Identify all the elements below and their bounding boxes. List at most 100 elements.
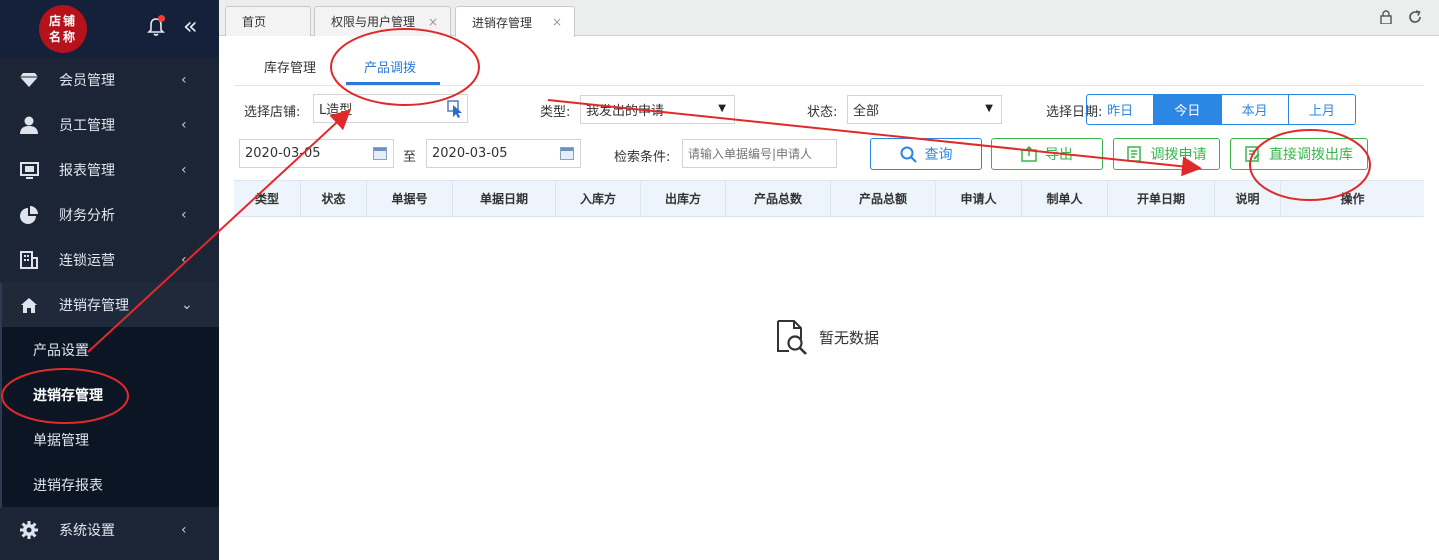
building-icon xyxy=(19,250,39,270)
export-icon xyxy=(1021,146,1037,162)
tab-home[interactable]: 首页 xyxy=(225,6,311,36)
status-value: 全部 xyxy=(853,104,880,119)
tab-inventory[interactable]: 进销存管理 × xyxy=(455,6,575,37)
search-icon xyxy=(900,146,917,163)
user-icon xyxy=(19,115,39,135)
tab-label: 权限与用户管理 xyxy=(331,15,416,29)
query-label: 查询 xyxy=(924,147,953,163)
tab-label: 进销存管理 xyxy=(472,15,533,30)
sidebar-item-staff[interactable]: 员工管理 ‹ xyxy=(0,102,219,147)
sidebar-subitem-label: 产品设置 xyxy=(33,342,89,359)
notification-dot xyxy=(158,15,165,22)
calendar-icon[interactable] xyxy=(373,147,387,160)
calendar-icon[interactable] xyxy=(560,147,574,160)
chevron-down-icon: ⌄ xyxy=(181,296,193,313)
column-header[interactable]: 出库方 xyxy=(641,181,726,216)
date-option-yesterday[interactable]: 昨日 xyxy=(1087,95,1155,124)
column-header[interactable]: 开单日期 xyxy=(1108,181,1215,216)
subtab-stock[interactable]: 库存管理 xyxy=(264,57,316,76)
sidebar-item-label: 会员管理 xyxy=(59,72,115,89)
no-data-search-icon xyxy=(777,320,807,355)
query-button[interactable]: 查询 xyxy=(870,138,982,170)
diamond-icon xyxy=(19,70,39,90)
date-option-last-month[interactable]: 上月 xyxy=(1289,95,1355,124)
logo-line1: 店铺 xyxy=(48,14,77,28)
caret-down-icon: ▼ xyxy=(985,103,993,114)
pie-chart-icon xyxy=(19,205,39,225)
sidebar-item-label: 连锁运营 xyxy=(59,252,115,269)
date-to-input[interactable]: 2020-03-05 xyxy=(426,139,581,168)
close-icon[interactable]: × xyxy=(552,15,562,29)
refresh-icon[interactable] xyxy=(1407,9,1423,25)
caret-down-icon: ▼ xyxy=(718,103,726,114)
sidebar-item-system[interactable]: 系统设置 ‹ xyxy=(0,507,219,552)
sidebar-subitem-inventory-report[interactable]: 进销存报表 xyxy=(0,462,219,507)
column-header[interactable]: 单据号 xyxy=(367,181,453,216)
tab-permissions[interactable]: 权限与用户管理 × xyxy=(314,6,451,36)
column-header[interactable]: 类型 xyxy=(234,181,301,216)
date-separator: 至 xyxy=(403,150,417,165)
column-header[interactable]: 单据日期 xyxy=(453,181,556,216)
date-range-selector: 昨日 今日 本月 上月 xyxy=(1086,94,1356,125)
status-select[interactable]: 全部 ▼ xyxy=(847,95,1002,124)
collapse-sidebar-icon[interactable]: « xyxy=(183,14,198,38)
column-header[interactable]: 申请人 xyxy=(936,181,1022,216)
lock-icon[interactable] xyxy=(1379,10,1393,24)
search-field[interactable] xyxy=(682,139,837,168)
sidebar-subitem-label: 单据管理 xyxy=(33,432,89,449)
direct-transfer-out-label: 直接调拨出库 xyxy=(1269,147,1353,163)
store-label: 选择店铺: xyxy=(244,105,301,120)
export-button[interactable]: 导出 xyxy=(991,138,1103,170)
monitor-icon xyxy=(19,160,39,180)
column-header[interactable]: 产品总数 xyxy=(726,181,831,216)
chevron-left-icon: ‹ xyxy=(181,206,187,223)
sidebar-item-inventory[interactable]: 进销存管理 ⌄ xyxy=(0,282,219,327)
tab-bar: 首页 权限与用户管理 × 进销存管理 × xyxy=(219,0,1439,37)
document-edit-icon xyxy=(1245,146,1261,162)
transfer-request-button[interactable]: 调拨申请 xyxy=(1113,138,1220,170)
sidebar-item-label: 进销存管理 xyxy=(59,297,129,314)
subtab-transfer[interactable]: 产品调拨 xyxy=(364,57,416,76)
sidebar-subitem-documents[interactable]: 单据管理 xyxy=(0,417,219,462)
empty-text: 暂无数据 xyxy=(819,328,880,347)
sidebar-subitem-inventory-management[interactable]: 进销存管理 xyxy=(0,372,219,417)
chevron-left-icon: ‹ xyxy=(181,116,187,133)
store-picker-icon[interactable] xyxy=(447,100,463,118)
search-label: 检索条件: xyxy=(614,150,671,165)
sidebar-item-label: 员工管理 xyxy=(59,117,115,134)
document-edit-icon xyxy=(1126,146,1143,162)
chevron-left-icon: ‹ xyxy=(181,521,187,538)
sidebar-item-finance[interactable]: 财务分析 ‹ xyxy=(0,192,219,237)
sidebar-subitem-product-settings[interactable]: 产品设置 xyxy=(0,327,219,372)
main-content: 库存管理 产品调拨 选择店铺: L造型 类型: 我发出的申请 ▼ 状态: 全部 … xyxy=(219,37,1439,560)
table-header: 类型 状态 单据号 单据日期 入库方 出库方 产品总数 产品总额 申请人 制单人… xyxy=(234,180,1424,217)
sidebar-item-chain[interactable]: 连锁运营 ‹ xyxy=(0,237,219,282)
export-label: 导出 xyxy=(1045,147,1073,163)
sidebar-item-members[interactable]: 会员管理 ‹ xyxy=(0,57,219,102)
status-label: 状态: xyxy=(807,105,838,120)
column-header[interactable]: 入库方 xyxy=(556,181,641,216)
direct-transfer-out-button[interactable]: 直接调拨出库 xyxy=(1230,138,1368,170)
close-icon[interactable]: × xyxy=(428,15,438,29)
column-header[interactable]: 操作 xyxy=(1281,181,1424,216)
column-header[interactable]: 产品总额 xyxy=(831,181,936,216)
gear-icon xyxy=(19,520,39,540)
sidebar-item-reports[interactable]: 报表管理 ‹ xyxy=(0,147,219,192)
search-input[interactable] xyxy=(683,140,836,167)
type-label: 类型: xyxy=(540,105,571,120)
date-from-input[interactable]: 2020-03-05 xyxy=(239,139,394,168)
type-select[interactable]: 我发出的申请 ▼ xyxy=(580,95,735,124)
store-selector[interactable]: L造型 xyxy=(313,94,468,123)
empty-state: 暂无数据 xyxy=(775,319,879,355)
chevron-left-icon: ‹ xyxy=(181,251,187,268)
logo-line2: 名称 xyxy=(48,30,77,44)
column-header[interactable]: 状态 xyxy=(301,181,367,216)
column-header[interactable]: 说明 xyxy=(1215,181,1281,216)
date-option-today[interactable]: 今日 xyxy=(1154,95,1222,124)
sidebar-item-label: 报表管理 xyxy=(59,162,115,179)
column-header[interactable]: 制单人 xyxy=(1022,181,1108,216)
date-option-this-month[interactable]: 本月 xyxy=(1222,95,1289,124)
tab-label: 首页 xyxy=(242,15,267,29)
sidebar-item-label: 系统设置 xyxy=(59,522,115,539)
date-to-value: 2020-03-05 xyxy=(432,146,508,161)
